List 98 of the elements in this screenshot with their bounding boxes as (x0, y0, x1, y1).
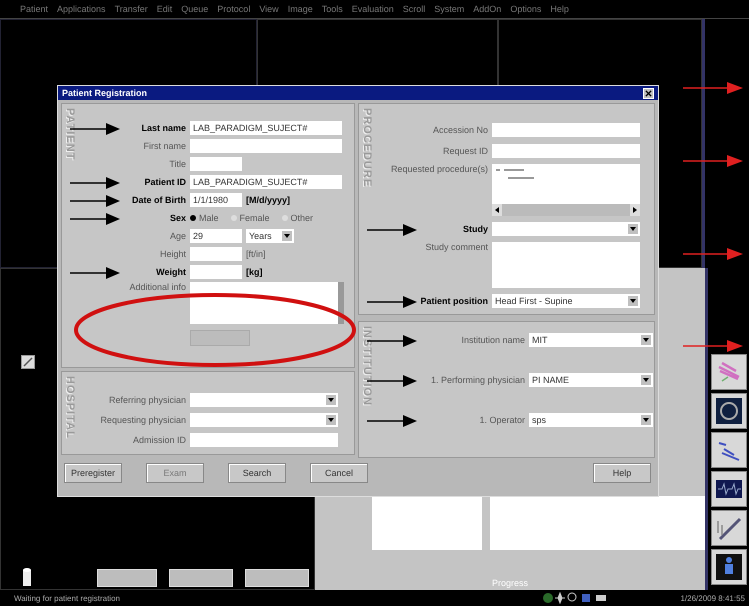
status-message: Waiting for patient registration (14, 594, 121, 603)
dropdown-field[interactable]: MIT (529, 333, 653, 347)
field-label: Admission ID (132, 435, 186, 445)
field-label: Height (160, 249, 186, 259)
toolbar-button[interactable] (710, 510, 746, 546)
menu-item[interactable]: Scroll (402, 4, 426, 14)
toolbar-button[interactable] (710, 354, 746, 390)
dropdown-field[interactable]: Years (246, 229, 294, 243)
dropdown-field[interactable] (190, 393, 338, 407)
caret-icon (282, 231, 292, 241)
field-label: Patient position (420, 296, 488, 306)
unit-label: [M/d/yyyy] (246, 195, 290, 205)
field-label: Date of Birth (132, 195, 186, 205)
caret-icon (326, 415, 336, 425)
menu-item[interactable]: Help (550, 4, 569, 14)
field-label: Requesting physician (100, 415, 186, 425)
toolbar-button[interactable] (710, 548, 746, 585)
arrow-right-icon[interactable] (630, 204, 640, 216)
field-label: Title (169, 159, 186, 169)
annotation-arrow (683, 340, 743, 352)
window-title: Patient Registration (62, 88, 148, 98)
field-label: Request ID (442, 146, 488, 156)
toolbar-button[interactable] (710, 432, 746, 468)
menu-item[interactable]: Transfer (114, 4, 148, 14)
menu-item[interactable]: AddOn (473, 4, 502, 14)
menu-item[interactable]: Image (288, 4, 313, 14)
text-area[interactable] (190, 282, 344, 324)
menu-item[interactable]: Patient (20, 4, 48, 14)
menu-item[interactable]: Edit (156, 4, 172, 14)
field-label: Age (170, 231, 186, 241)
field-label: Study (462, 224, 488, 234)
radio-button[interactable] (190, 215, 196, 221)
caret-icon (641, 415, 651, 425)
field-label: 1. Performing physician (430, 375, 525, 385)
text-field[interactable] (190, 139, 342, 153)
caret-icon (628, 296, 638, 306)
arrow-left-icon[interactable] (492, 204, 502, 216)
status-datetime: 1/26/2009 8:41:55 (680, 594, 745, 603)
text-field[interactable] (190, 265, 242, 279)
dialog-button[interactable]: Search (228, 463, 286, 483)
menu-item[interactable]: Applications (57, 4, 106, 14)
annotation-arrow (683, 155, 743, 167)
menu-item[interactable]: Options (510, 4, 542, 14)
menu-item[interactable]: Tools (322, 4, 343, 14)
field-label: Sex (170, 213, 186, 223)
field-label: Patient ID (144, 177, 186, 187)
text-field[interactable] (492, 123, 640, 137)
annotation-arrow (683, 82, 743, 94)
text-field[interactable] (492, 144, 640, 158)
dropdown-field[interactable] (190, 413, 338, 427)
menu-item[interactable]: Protocol (217, 4, 250, 14)
text-field[interactable] (190, 247, 242, 261)
cylinder-icon[interactable] (21, 567, 33, 588)
menu-item[interactable]: Queue (181, 4, 208, 14)
menu-item[interactable]: View (259, 4, 279, 14)
radio-label: Other (290, 213, 314, 223)
text-field[interactable]: LAB_PARADIGM_SUJECT# (190, 175, 342, 189)
dropdown-field[interactable] (492, 222, 640, 236)
dropdown-field[interactable]: sps (529, 413, 653, 427)
field-label: Referring physician (108, 395, 186, 405)
progress-label: Progress (492, 578, 528, 590)
pen-icon[interactable] (21, 354, 35, 369)
dialog-button[interactable]: Preregister (64, 463, 122, 483)
annotation-arrow (683, 248, 743, 260)
caret-icon (641, 335, 651, 345)
dialog-button[interactable]: Cancel (310, 463, 368, 483)
text-field[interactable]: 29 (190, 229, 242, 243)
dropdown-field[interactable]: Head First - Supine (492, 294, 640, 308)
menu-item[interactable]: Evaluation (352, 4, 394, 14)
scroll-bar[interactable] (492, 204, 640, 216)
menu-item[interactable]: System (434, 4, 464, 14)
field-label: Accession No (432, 125, 488, 135)
field-label: Weight (156, 267, 186, 277)
caret-icon (628, 224, 638, 234)
field-label: First name (143, 141, 186, 151)
field-label: 1. Operator (479, 415, 525, 425)
text-field[interactable] (190, 157, 242, 171)
unit-label: [ft/in] (246, 249, 266, 259)
toolbar-button[interactable] (710, 470, 746, 507)
field-label: Study comment (425, 242, 488, 252)
dropdown-field[interactable]: PI NAME (529, 373, 653, 387)
field-label: Institution name (461, 335, 525, 345)
text-field[interactable]: 1/1/1980 (190, 193, 242, 207)
field-label: Additional info (129, 282, 186, 292)
radio-label: Female (240, 213, 270, 223)
radio-label: Male (199, 213, 219, 223)
ring-icon (714, 396, 744, 426)
person-icon (714, 552, 744, 582)
help-button[interactable]: Help (593, 463, 651, 483)
toolbar-button[interactable] (710, 392, 746, 429)
caret-icon (641, 375, 651, 385)
field-label: Last name (141, 123, 186, 133)
field-label: Requested procedure(s) (390, 164, 488, 174)
unit-label: [kg] (246, 267, 262, 277)
caret-icon (326, 395, 336, 405)
text-field[interactable]: LAB_PARADIGM_SUJECT# (190, 121, 342, 135)
close-button[interactable] (643, 88, 654, 98)
text-field[interactable] (190, 433, 338, 447)
